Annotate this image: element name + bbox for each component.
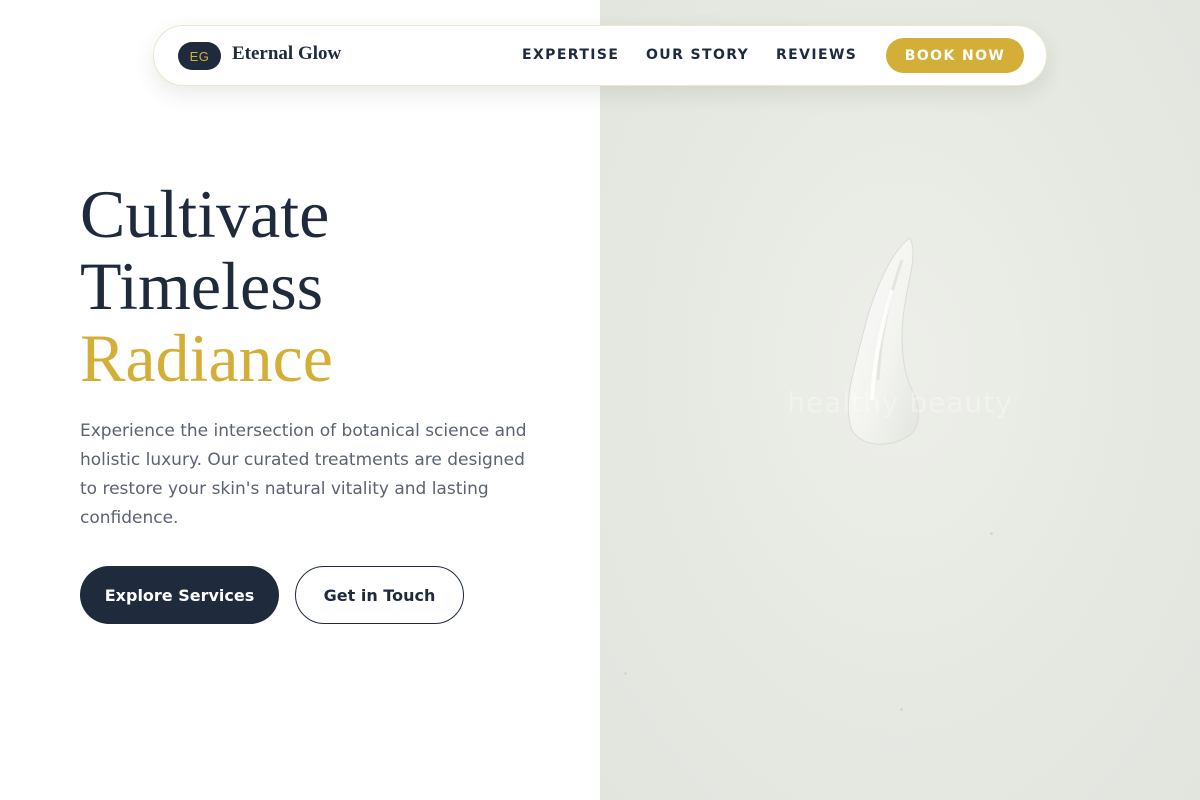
hero-headline: Cultivate Timeless Radiance — [80, 178, 333, 394]
brand-name[interactable]: Eternal Glow — [232, 43, 341, 65]
get-in-touch-button[interactable]: Get in Touch — [295, 566, 464, 624]
nav-link-expertise[interactable]: EXPERTISE — [522, 47, 619, 63]
nav-link-our-story[interactable]: OUR STORY — [646, 47, 749, 63]
nav-link-reviews[interactable]: REVIEWS — [776, 47, 857, 63]
explore-services-button[interactable]: Explore Services — [80, 566, 279, 624]
headline-line-1: Cultivate — [80, 176, 330, 252]
hero-image: healthy beauty — [600, 0, 1200, 800]
headline-line-2: Timeless — [80, 248, 324, 324]
image-watermark: healthy beauty — [787, 386, 1013, 419]
hero-description: Experience the intersection of botanical… — [80, 421, 527, 528]
book-now-button[interactable]: BOOK NOW — [886, 38, 1024, 73]
navbar: EG Eternal Glow EXPERTISE OUR STORY REVI… — [153, 25, 1047, 86]
headline-accent: Radiance — [80, 320, 333, 396]
logo-badge[interactable]: EG — [178, 42, 221, 70]
